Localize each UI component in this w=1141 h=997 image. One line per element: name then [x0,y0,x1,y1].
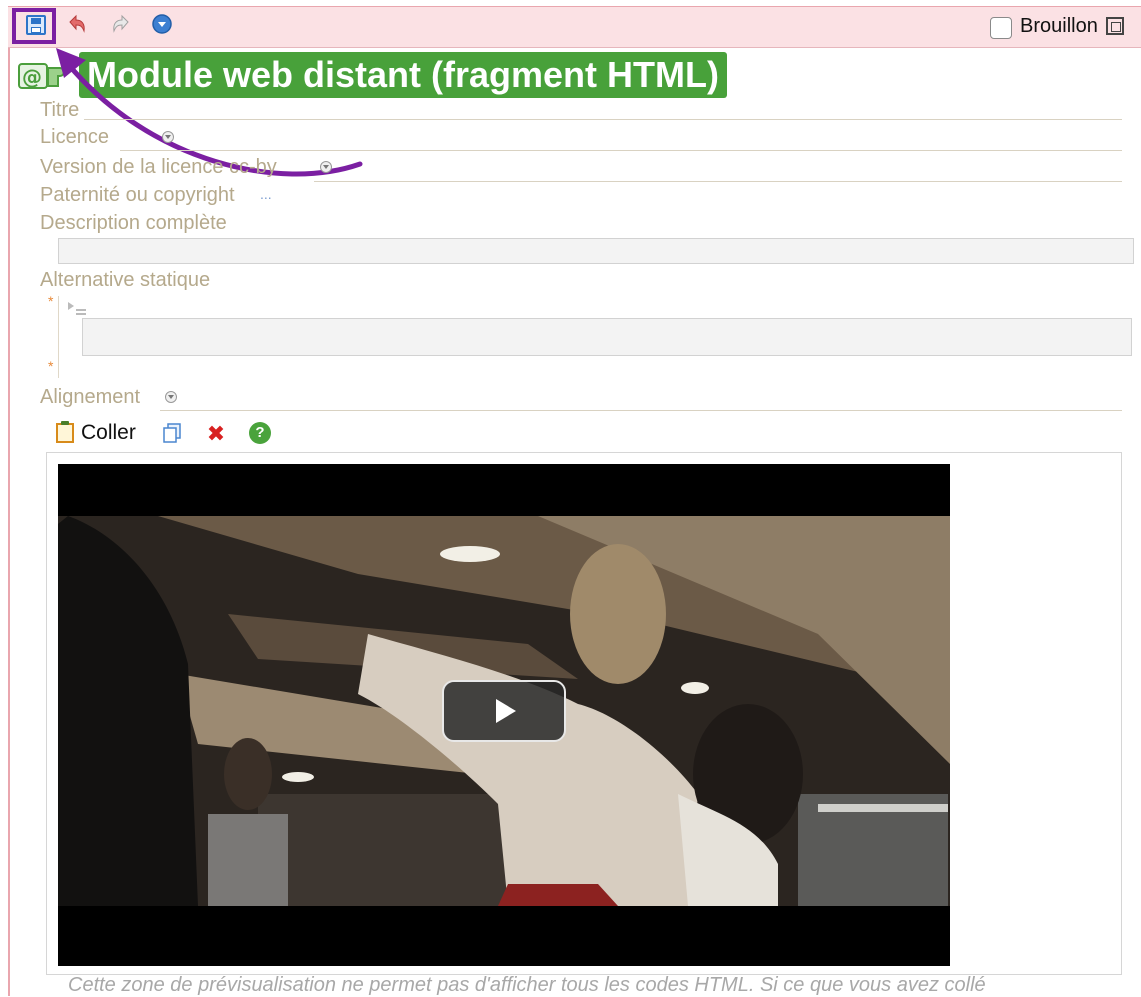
alignment-label: Alignement [40,386,141,408]
maximize-icon[interactable] [1106,17,1124,35]
license-label: Licence [40,126,109,148]
svg-text:@: @ [22,65,42,89]
help-icon[interactable]: ? [249,422,271,444]
video-play-button[interactable] [442,680,566,742]
save-icon[interactable] [26,15,46,35]
alternative-bracket [58,296,59,378]
preview-note: Cette zone de prévisualisation ne permet… [68,974,986,996]
license-version-label: Version de la licence cc-by [40,156,277,178]
undo-icon[interactable] [66,13,88,35]
description-field[interactable] [58,238,1134,264]
draft-label: Brouillon [1020,15,1098,37]
required-mark-top: * [48,293,54,309]
description-label: Description complète [40,212,227,234]
paste-icon[interactable] [56,421,74,443]
required-mark-bottom: * [48,358,54,374]
static-alternative-field[interactable] [82,318,1132,356]
alignment-field[interactable] [160,410,1122,411]
paste-button[interactable]: Coller [81,421,136,445]
redo-icon[interactable] [110,13,132,35]
title-field[interactable] [84,119,1122,120]
title-label: Titre [40,99,80,121]
alignment-dropdown-icon[interactable] [165,391,177,403]
static-alternative-label: Alternative statique [40,269,211,291]
delete-icon[interactable]: ✖ [205,423,227,445]
license-field[interactable] [120,150,1122,151]
draft-checkbox[interactable] [990,17,1012,39]
license-version-dropdown-icon[interactable] [320,161,332,173]
menu-icon[interactable] [151,13,173,35]
license-dropdown-icon[interactable] [162,131,174,143]
copyright-more-button[interactable]: ... [260,186,272,202]
copy-icon[interactable] [162,423,182,443]
copyright-label: Paternité ou copyright [40,184,235,206]
left-border [8,48,10,996]
license-version-field[interactable] [314,181,1122,182]
